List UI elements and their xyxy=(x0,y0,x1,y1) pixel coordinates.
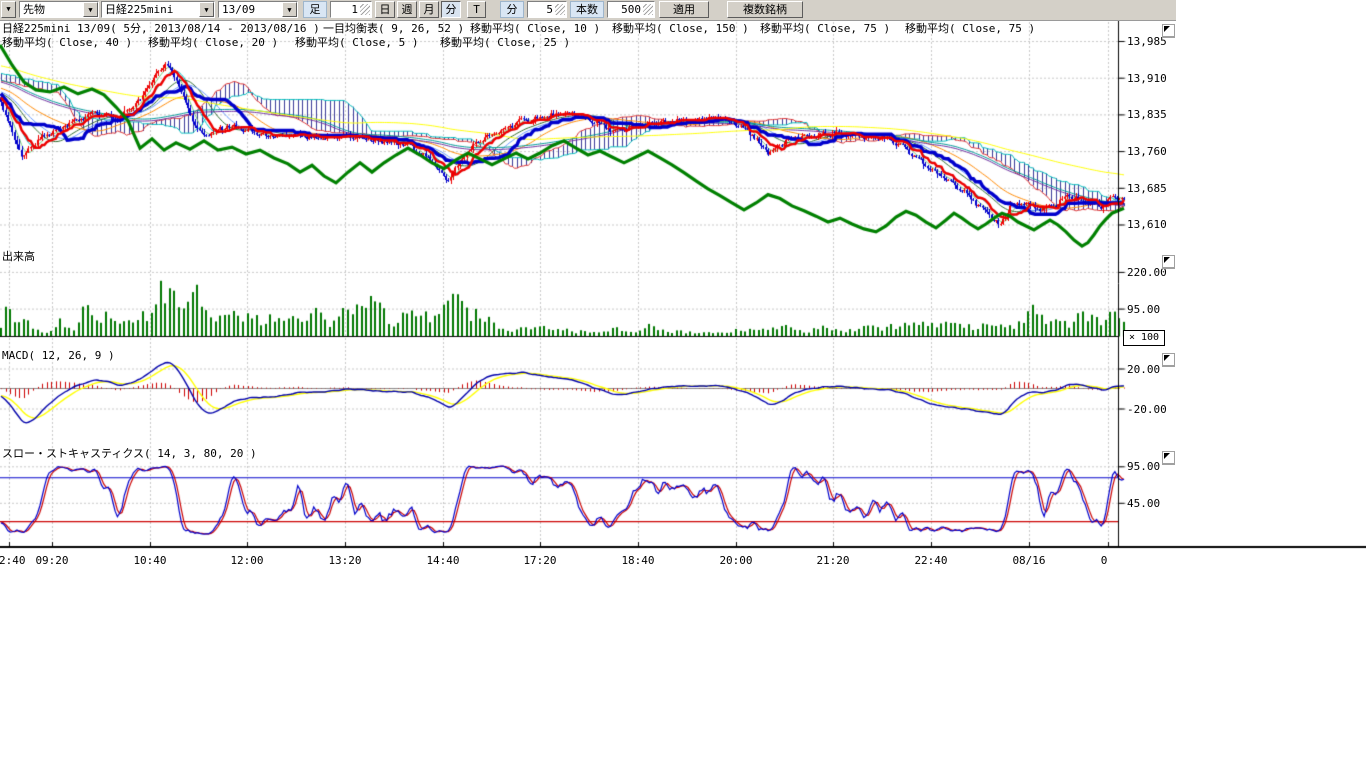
legend-item: 移動平均( Close, 5 ) xyxy=(295,37,418,48)
symbol-select-value: 日経225mini xyxy=(105,2,173,17)
pane-collapse-button[interactable] xyxy=(1162,255,1175,269)
time-tick-label: 22:40 xyxy=(914,555,947,566)
minute-interval-stepper[interactable]: 5 xyxy=(527,1,567,18)
trading-app-window: { "toolbar": { "window_dropdown": "▼", "… xyxy=(0,0,1366,768)
legend-item: 移動平均( Close, 20 ) xyxy=(148,37,278,48)
bar-count-value: 500 xyxy=(621,2,641,17)
price-tick-label: 13,835 xyxy=(1127,109,1167,120)
tick-button[interactable]: T xyxy=(467,1,486,18)
monthly-button[interactable]: 月 xyxy=(419,1,439,18)
spinner-grip-icon[interactable] xyxy=(555,4,565,15)
time-tick-label: 02:40 xyxy=(0,555,26,566)
corner-arrow-icon xyxy=(1164,257,1170,263)
time-tick-label: 0 xyxy=(1101,555,1108,566)
minute-button[interactable]: 分 xyxy=(441,1,461,18)
macd-tick-label: -20.00 xyxy=(1127,404,1167,415)
price-tick-label: 13,910 xyxy=(1127,73,1167,84)
bar-interval-stepper[interactable]: 1 xyxy=(330,1,372,18)
chevron-down-icon: ▼ xyxy=(2,2,15,17)
bar-count-stepper[interactable]: 500 xyxy=(607,1,655,18)
market-select-value: 先物 xyxy=(23,2,45,17)
legend-item: 移動平均( Close, 150 ) xyxy=(612,23,749,34)
price-tick-label: 13,760 xyxy=(1127,146,1167,157)
stochastics-pane-label: スロー・ストキャスティクス( 14, 3, 80, 20 ) xyxy=(2,448,257,460)
legend-item: 移動平均( Close, 75 ) xyxy=(760,23,890,34)
pane-collapse-button[interactable] xyxy=(1162,24,1175,38)
bar-count-label: 本数 xyxy=(570,1,604,18)
legend-item: 日経225mini 13/09( 5分, 2013/08/14 - 2013/0… xyxy=(2,23,320,34)
contract-select[interactable]: 13/09 ▼ xyxy=(218,1,298,18)
time-tick-label: 21:20 xyxy=(816,555,849,566)
weekly-button[interactable]: 週 xyxy=(397,1,417,18)
minute-interval-label: 分 xyxy=(500,1,524,18)
chevron-down-icon[interactable]: ▼ xyxy=(282,2,297,17)
legend-item: 一目均衡表( 9, 26, 52 ) xyxy=(323,23,464,34)
pane-collapse-button[interactable] xyxy=(1162,451,1175,465)
multi-symbol-button[interactable]: 複数銘柄 xyxy=(727,1,803,18)
minute-interval-value: 5 xyxy=(546,2,553,17)
time-tick-label: 13:20 xyxy=(328,555,361,566)
toolbar: ▼ 先物 ▼ 日経225mini ▼ 13/09 ▼ 足 1 日 週 月 分 T… xyxy=(0,0,1176,21)
symbol-select[interactable]: 日経225mini ▼ xyxy=(101,1,215,18)
time-tick-label: 12:00 xyxy=(230,555,263,566)
corner-arrow-icon xyxy=(1164,26,1170,32)
spinner-grip-icon[interactable] xyxy=(643,4,653,15)
bar-interval-value: 1 xyxy=(351,2,358,17)
volume-pane-label: 出来高 xyxy=(2,251,35,263)
chart-canvas[interactable] xyxy=(0,0,1366,600)
corner-arrow-icon xyxy=(1164,355,1170,361)
stoch-tick-label: 45.00 xyxy=(1127,498,1160,509)
volume-tick-label: 220.00 xyxy=(1127,267,1167,278)
time-tick-label: 09:20 xyxy=(35,555,68,566)
legend-item: 移動平均( Close, 25 ) xyxy=(440,37,570,48)
price-tick-label: 13,610 xyxy=(1127,219,1167,230)
chevron-down-icon[interactable]: ▼ xyxy=(83,2,98,17)
price-tick-label: 13,985 xyxy=(1127,36,1167,47)
apply-button[interactable]: 適用 xyxy=(659,1,709,18)
legend-item: 移動平均( Close, 40 ) xyxy=(2,37,132,48)
contract-select-value: 13/09 xyxy=(222,2,255,17)
window-menu-button[interactable]: ▼ xyxy=(1,1,16,18)
macd-pane-label: MACD( 12, 26, 9 ) xyxy=(2,350,115,362)
daily-button[interactable]: 日 xyxy=(375,1,395,18)
time-tick-label: 14:40 xyxy=(426,555,459,566)
chevron-down-icon[interactable]: ▼ xyxy=(199,2,214,17)
time-tick-label: 10:40 xyxy=(133,555,166,566)
volume-multiplier-badge: × 100 xyxy=(1123,330,1165,346)
time-tick-label: 17:20 xyxy=(523,555,556,566)
legend-item: 移動平均( Close, 10 ) xyxy=(470,23,600,34)
stoch-tick-label: 95.00 xyxy=(1127,461,1160,472)
corner-arrow-icon xyxy=(1164,453,1170,459)
time-tick-label: 20:00 xyxy=(719,555,752,566)
bar-type-label: 足 xyxy=(303,1,327,18)
time-tick-label: 18:40 xyxy=(621,555,654,566)
price-tick-label: 13,685 xyxy=(1127,183,1167,194)
macd-tick-label: 20.00 xyxy=(1127,364,1160,375)
market-select[interactable]: 先物 ▼ xyxy=(19,1,99,18)
time-tick-label: 08/16 xyxy=(1012,555,1045,566)
pane-collapse-button[interactable] xyxy=(1162,353,1175,367)
spinner-grip-icon[interactable] xyxy=(360,4,370,15)
volume-tick-label: 95.00 xyxy=(1127,304,1160,315)
legend-item: 移動平均( Close, 75 ) xyxy=(905,23,1035,34)
